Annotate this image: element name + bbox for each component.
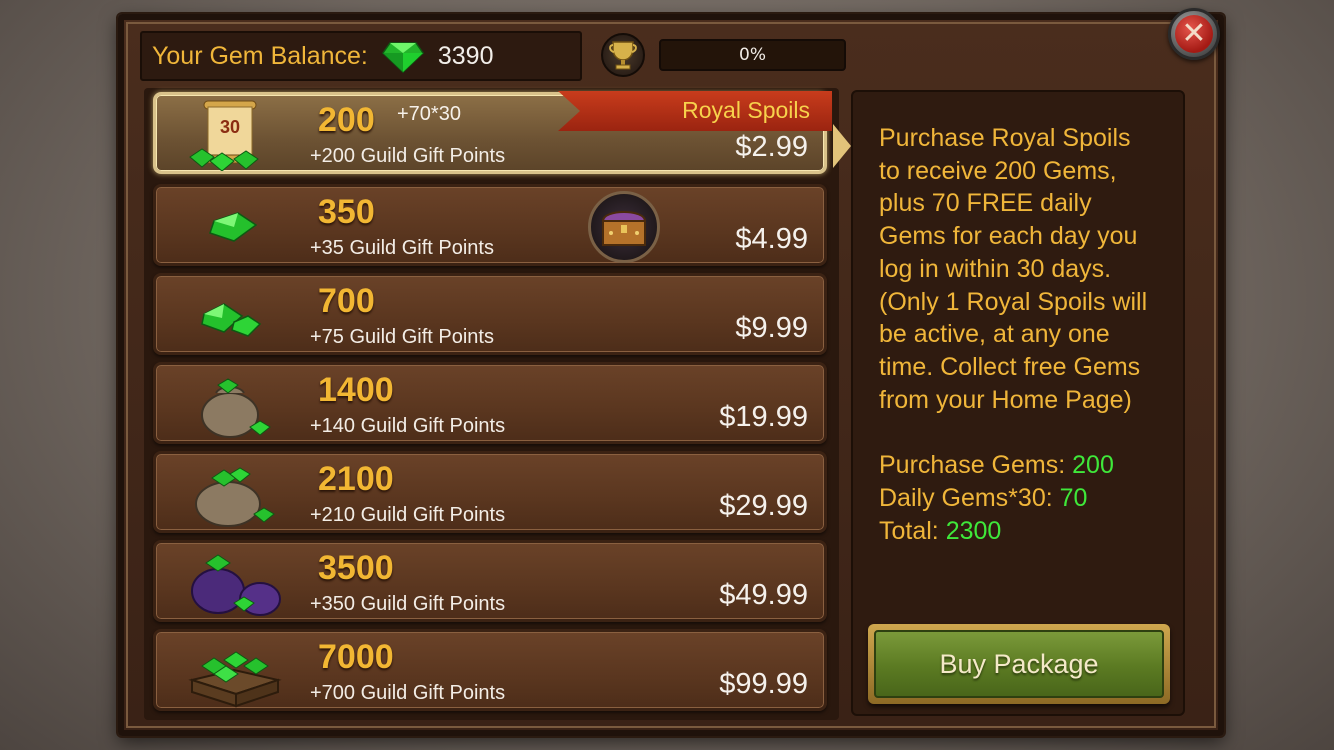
package-description: Purchase Royal Spoils to receive 200 Gem… <box>879 122 1179 416</box>
package-amount: 200 <box>318 101 375 139</box>
package-amount: 350 <box>318 193 375 231</box>
trophy-icon[interactable] <box>601 33 645 77</box>
daily-gems-value: 70 <box>1059 484 1088 512</box>
single-gem-icon <box>209 212 258 242</box>
package-price: $4.99 <box>735 223 808 255</box>
package-guild-points: +75 Guild Gift Points <box>310 326 494 348</box>
purchase-gems-row: Purchase Gems: 200 <box>879 449 1114 482</box>
package-amount: 3500 <box>318 549 394 587</box>
description-line: from your Home Page) <box>879 385 1132 414</box>
description-line: be active, at any one <box>879 320 1110 349</box>
description-line: time. Collect free Gems <box>879 352 1141 381</box>
package-guild-points: +210 Guild Gift Points <box>310 504 506 526</box>
package-guild-points: +35 Guild Gift Points <box>310 237 494 259</box>
description-line: log in within 30 days. <box>879 254 1112 283</box>
gem-pair-icon <box>201 303 262 337</box>
selection-pointer-icon <box>833 124 851 168</box>
total-value: 2300 <box>945 517 1002 545</box>
royal-spoils-ribbon: Royal Spoils <box>558 91 832 131</box>
purchase-gems-value: 200 <box>1072 451 1114 479</box>
gem-icon <box>381 42 424 73</box>
progress-bar: 0% <box>659 39 846 71</box>
package-guild-points: +200 Guild Gift Points <box>310 145 506 167</box>
close-button[interactable]: ✕ <box>1168 8 1220 60</box>
package-2100[interactable]: 2100 +210 Guild Gift Points $29.99 <box>153 451 827 533</box>
package-amount: 1400 <box>318 371 394 409</box>
gem-balance-bar: Your Gem Balance: 3390 <box>140 31 582 81</box>
description-line: Purchase Royal Spoils <box>879 124 1131 152</box>
package-price: $9.99 <box>735 312 808 344</box>
package-price: $19.99 <box>719 401 808 433</box>
package-guild-points: +350 Guild Gift Points <box>310 593 506 615</box>
description-line: (Only 1 Royal Spoils will <box>879 287 1148 316</box>
gem-sack-small-icon <box>201 378 271 438</box>
daily-gems-row: Daily Gems*30: 70 <box>879 482 1114 515</box>
package-guild-points: +140 Guild Gift Points <box>310 415 506 437</box>
package-amount: 7000 <box>318 638 394 676</box>
description-line: plus 70 FREE daily <box>879 189 1092 218</box>
gem-crate-icon <box>188 651 282 708</box>
purple-gem-sacks-icon <box>191 554 281 616</box>
total-label: Total: <box>879 517 939 545</box>
package-1400[interactable]: 1400 +140 Guild Gift Points $19.99 <box>153 362 827 444</box>
buy-package-label: Buy Package <box>874 630 1164 698</box>
total-row: Total: 2300 <box>879 515 1114 548</box>
package-royal-spoils[interactable]: 30 200 +70*30 +200 Guild Gift Points Roy… <box>153 91 832 174</box>
ribbon-label: Royal Spoils <box>682 97 810 123</box>
package-bonus: +70*30 <box>397 103 461 125</box>
calendar-scroll-icon: 30 <box>189 100 259 171</box>
buy-package-button[interactable]: Buy Package <box>868 624 1170 704</box>
package-amount: 2100 <box>318 460 394 498</box>
purchase-gems-label: Purchase Gems: <box>879 451 1066 479</box>
description-line: to receive 200 Gems, <box>879 156 1117 185</box>
package-350[interactable]: 350 +35 Guild Gift Points $4.99 <box>153 184 827 266</box>
package-amount: 700 <box>318 282 375 320</box>
package-700[interactable]: 700 +75 Guild Gift Points $9.99 <box>153 273 827 355</box>
package-price: $2.99 <box>735 131 808 163</box>
balance-value: 3390 <box>437 41 494 70</box>
gem-sack-icon <box>195 467 275 527</box>
close-icon: ✕ <box>1175 15 1213 53</box>
balance-label: Your Gem Balance: <box>152 41 368 70</box>
package-price: $29.99 <box>719 490 808 522</box>
progress-text: 0% <box>739 45 766 65</box>
gem-stats: Purchase Gems: 200 Daily Gems*30: 70 Tot… <box>879 449 1114 548</box>
calendar-day-number: 30 <box>220 117 240 137</box>
treasure-chest-icon[interactable] <box>588 191 660 263</box>
package-guild-points: +700 Guild Gift Points <box>310 682 506 704</box>
daily-gems-label: Daily Gems*30: <box>879 484 1053 512</box>
package-3500[interactable]: 3500 +350 Guild Gift Points $49.99 <box>153 540 827 622</box>
package-price: $49.99 <box>719 579 808 611</box>
description-line: Gems for each day you <box>879 222 1138 251</box>
package-price: $99.99 <box>719 668 808 700</box>
package-7000[interactable]: 7000 +700 Guild Gift Points $99.99 <box>153 629 827 711</box>
